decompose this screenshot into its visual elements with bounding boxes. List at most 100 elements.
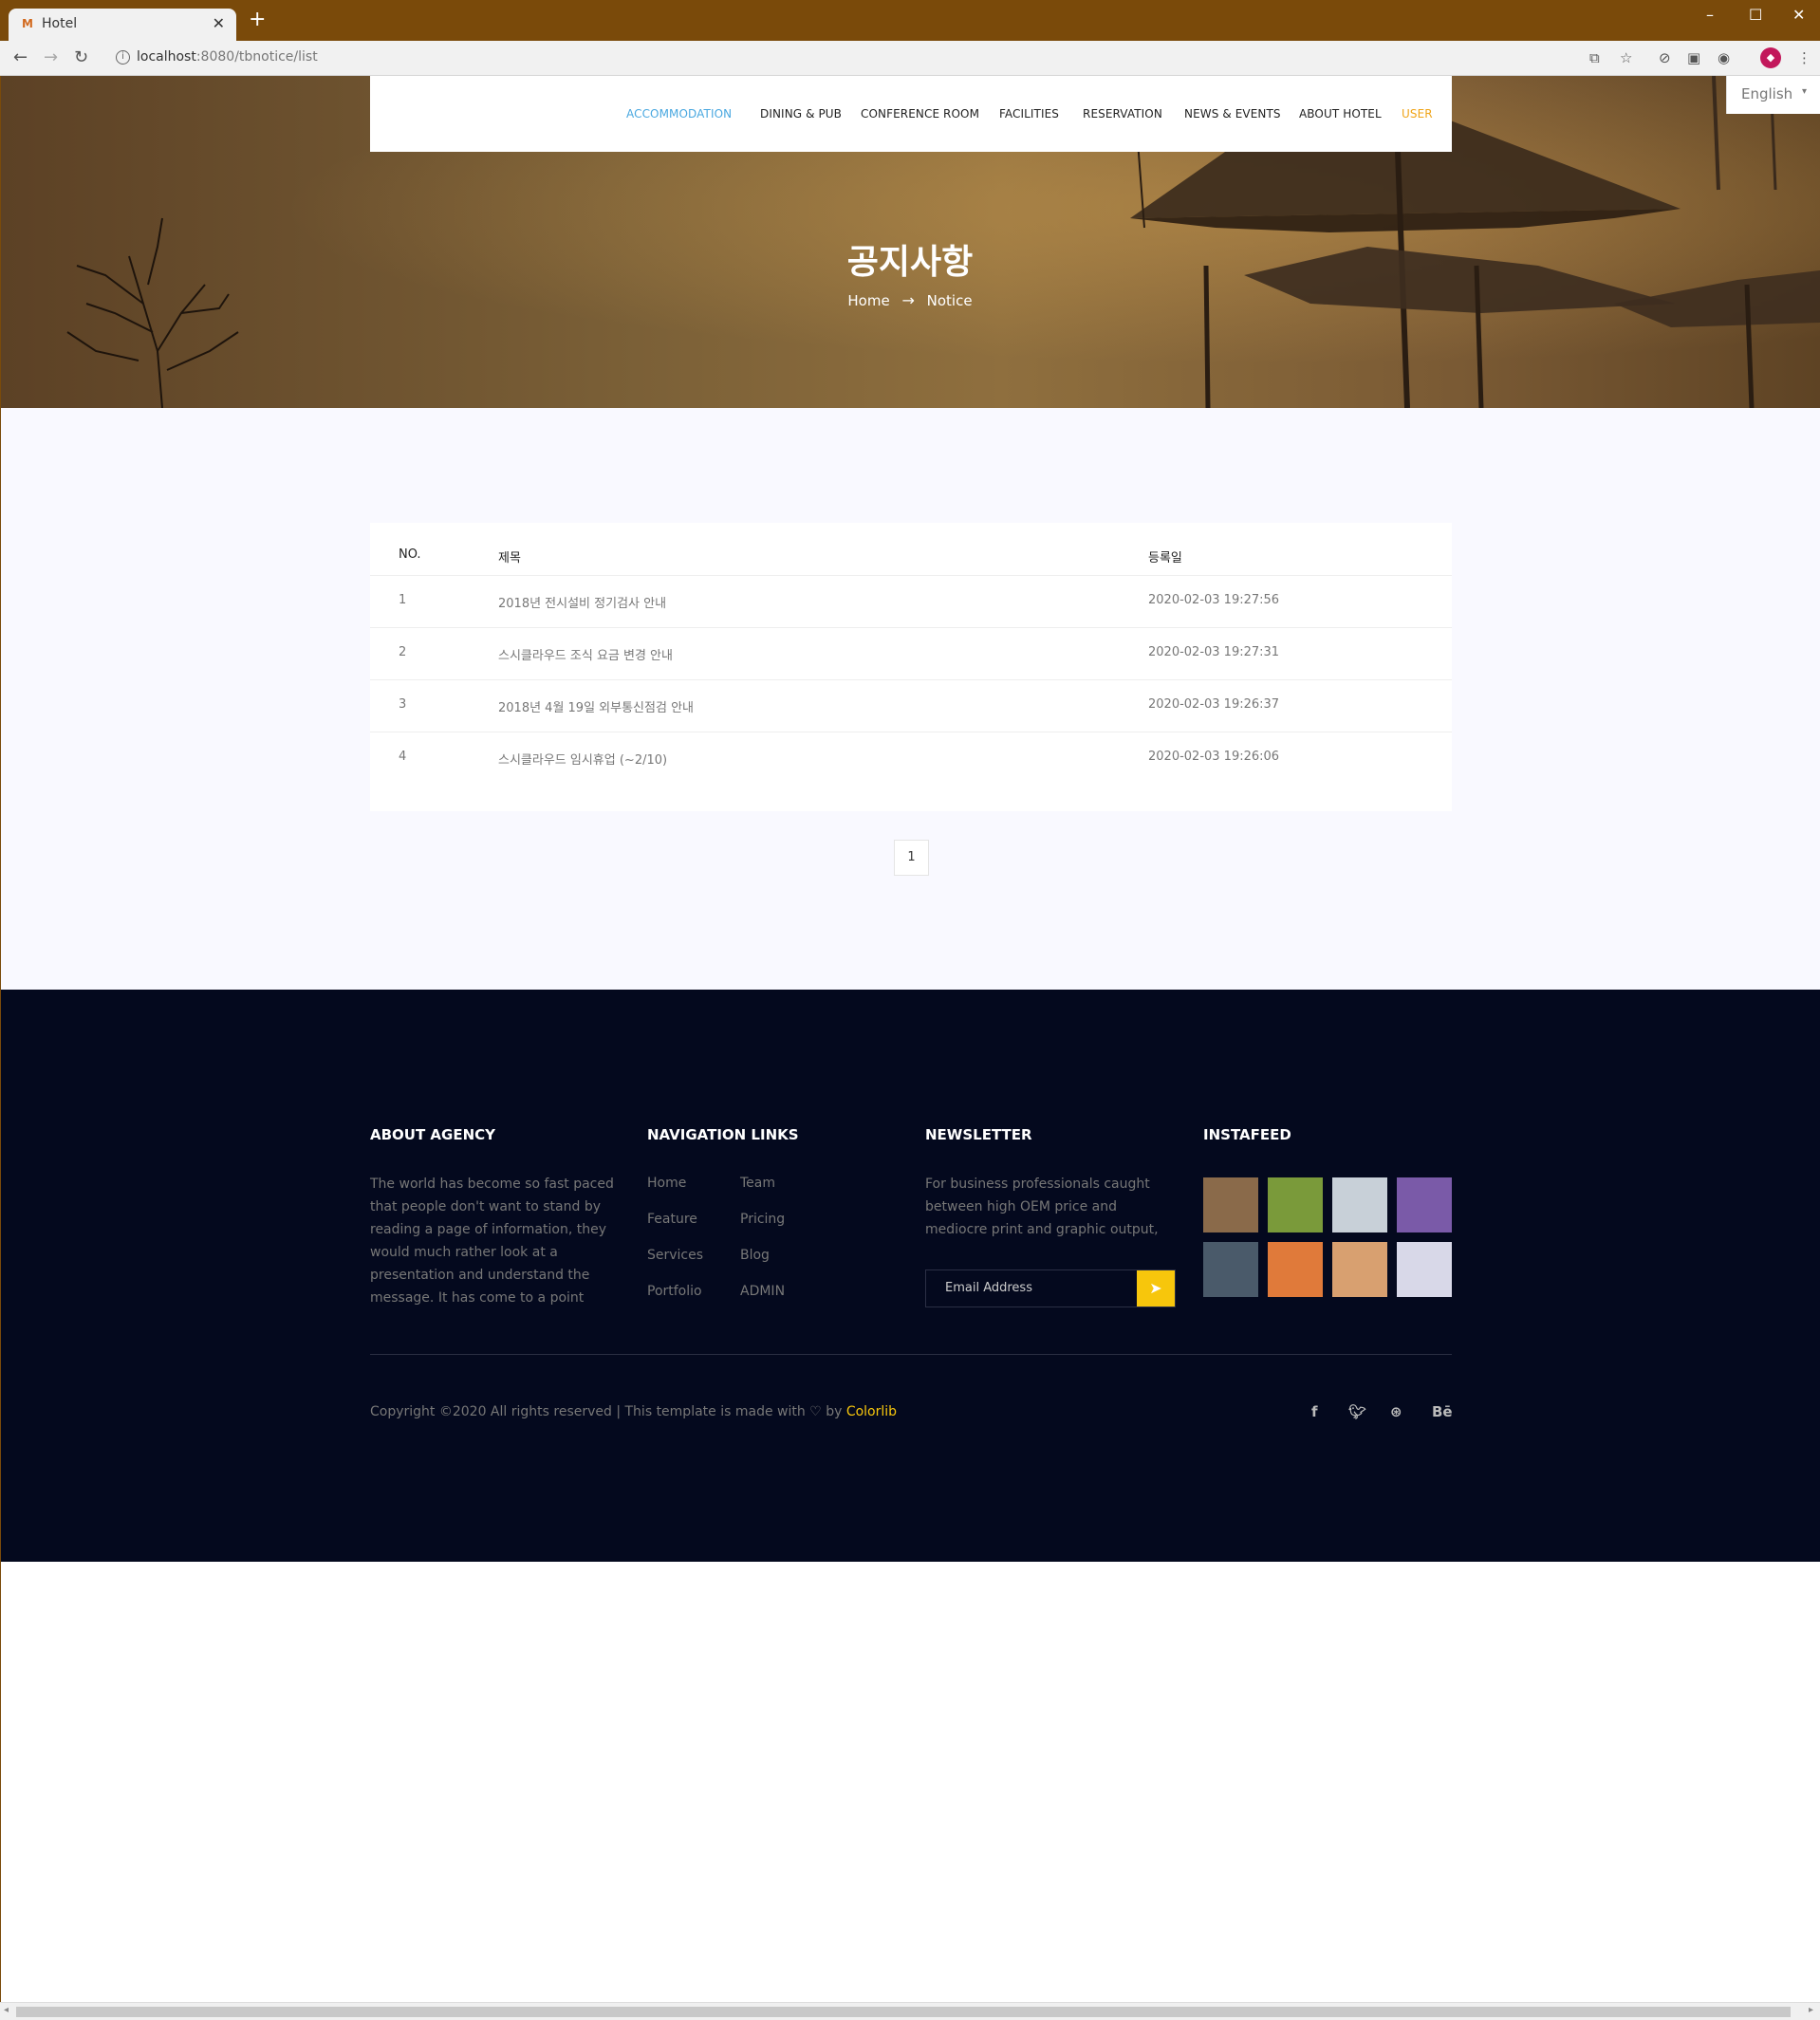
- instafeed-photo[interactable]: [1397, 1242, 1452, 1297]
- email-field[interactable]: Email Address ➤: [925, 1269, 1176, 1307]
- browser-tab[interactable]: M Hotel ✕: [9, 9, 236, 41]
- send-button[interactable]: ➤: [1137, 1270, 1175, 1307]
- footer-link-admin[interactable]: ADMIN: [740, 1284, 785, 1299]
- footer-link-services[interactable]: Services: [647, 1248, 703, 1263]
- back-icon[interactable]: ←: [13, 46, 28, 69]
- nav-user[interactable]: USER: [1402, 107, 1433, 120]
- table-row[interactable]: 3 2018년 4월 19일 외부통신점검 안내 2020-02-03 19:2…: [370, 679, 1452, 732]
- row-date: 2020-02-03 19:26:06: [1148, 750, 1280, 764]
- main-nav: ACCOMMODATION DINING & PUB CONFERENCE RO…: [370, 76, 1452, 152]
- breadcrumb-home[interactable]: Home: [847, 292, 889, 309]
- row-date: 2020-02-03 19:27:56: [1148, 593, 1280, 607]
- nav-reservation[interactable]: RESERVATION: [1083, 107, 1162, 120]
- scroll-right-icon[interactable]: ▸: [1809, 2005, 1813, 2015]
- close-tab-icon[interactable]: ✕: [213, 14, 225, 32]
- column-header-title: 제목: [498, 551, 521, 565]
- notice-table: NO. 제목 등록일 1 2018년 전시설비 정기검사 안내 2020-02-…: [370, 523, 1452, 811]
- language-label: English: [1741, 85, 1793, 102]
- footer-link-pricing[interactable]: Pricing: [740, 1212, 785, 1227]
- row-title-link[interactable]: 스시클라우드 임시휴업 (~2/10): [498, 750, 667, 768]
- footer: ABOUT AGENCY The world has become so fas…: [1, 990, 1820, 1562]
- footer-link-portfolio[interactable]: Portfolio: [647, 1284, 702, 1299]
- about-text: The world has become so fast paced that …: [370, 1177, 614, 1306]
- extension-a-icon[interactable]: ▣: [1687, 48, 1700, 67]
- instafeed-photo[interactable]: [1268, 1242, 1323, 1297]
- browser-toolbar: ← → ↻ i localhost:8080/tbnotice/list ⧉ ☆…: [0, 41, 1820, 76]
- nav-accommodation[interactable]: ACCOMMODATION: [626, 107, 732, 120]
- row-no: 1: [399, 593, 407, 607]
- address-bar[interactable]: i localhost:8080/tbnotice/list: [106, 46, 1577, 71]
- instafeed-photo[interactable]: [1332, 1177, 1387, 1232]
- site-info-icon[interactable]: i: [116, 50, 130, 65]
- email-placeholder: Email Address: [945, 1281, 1032, 1295]
- row-no: 2: [399, 645, 407, 659]
- row-no: 4: [399, 750, 407, 764]
- nav-news-events[interactable]: NEWS & EVENTS: [1184, 107, 1281, 120]
- page-button-1[interactable]: 1: [894, 840, 929, 876]
- url-text: localhost:8080/tbnotice/list: [137, 49, 318, 65]
- colorlib-link[interactable]: Colorlib: [846, 1404, 897, 1419]
- instafeed-photo[interactable]: [1203, 1177, 1258, 1232]
- newsletter-text: For business professionals caught betwee…: [925, 1177, 1159, 1237]
- row-date: 2020-02-03 19:27:31: [1148, 645, 1280, 659]
- footer-divider: [370, 1354, 1452, 1355]
- menu-dots-icon[interactable]: ⋮: [1797, 48, 1811, 67]
- instafeed-photo[interactable]: [1268, 1177, 1323, 1232]
- block-extension-icon[interactable]: ⊘: [1659, 48, 1671, 67]
- table-row[interactable]: 1 2018년 전시설비 정기검사 안내 2020-02-03 19:27:56: [370, 575, 1452, 627]
- instafeed-photo[interactable]: [1203, 1242, 1258, 1297]
- forward-icon[interactable]: →: [44, 46, 58, 69]
- nav-about-hotel[interactable]: ABOUT HOTEL: [1299, 107, 1382, 120]
- notice-section: NO. 제목 등록일 1 2018년 전시설비 정기검사 안내 2020-02-…: [1, 408, 1820, 990]
- close-window-icon[interactable]: ✕: [1792, 6, 1805, 24]
- footer-link-feature[interactable]: Feature: [647, 1212, 697, 1227]
- row-no: 3: [399, 697, 407, 712]
- row-title-link[interactable]: 2018년 전시설비 정기검사 안내: [498, 593, 666, 611]
- scrollbar-thumb[interactable]: [16, 2007, 1791, 2017]
- footer-link-home[interactable]: Home: [647, 1176, 686, 1191]
- breadcrumb: Home → Notice: [0, 291, 1820, 309]
- horizontal-scrollbar[interactable]: ◂ ▸: [0, 2002, 1820, 2020]
- about-heading: ABOUT AGENCY: [370, 1126, 496, 1143]
- footer-link-blog[interactable]: Blog: [740, 1248, 770, 1263]
- chevron-down-icon: ▾: [1801, 86, 1807, 97]
- reload-icon[interactable]: ↻: [74, 46, 88, 69]
- instafeed-heading: INSTAFEED: [1203, 1126, 1291, 1143]
- column-header-no: NO.: [399, 547, 421, 562]
- nav-dining-pub[interactable]: DINING & PUB: [760, 107, 842, 120]
- profile-avatar[interactable]: ◆: [1760, 47, 1781, 68]
- column-header-date: 등록일: [1148, 551, 1182, 565]
- table-row[interactable]: 4 스시클라우드 임시휴업 (~2/10) 2020-02-03 19:26:0…: [370, 732, 1452, 784]
- tab-title: Hotel: [42, 16, 78, 31]
- maximize-icon[interactable]: ☐: [1749, 6, 1762, 24]
- instafeed-photo[interactable]: [1332, 1242, 1387, 1297]
- facebook-icon[interactable]: f: [1311, 1403, 1318, 1420]
- table-row[interactable]: 2 스시클라우드 조식 요금 변경 안내 2020-02-03 19:27:31: [370, 627, 1452, 679]
- heart-icon: ♡: [809, 1404, 822, 1419]
- page-title: 공지사항: [846, 243, 974, 282]
- footer-link-team[interactable]: Team: [740, 1176, 775, 1191]
- instafeed-photo[interactable]: [1397, 1177, 1452, 1232]
- breadcrumb-current: Notice: [926, 291, 973, 309]
- nav-conference-room[interactable]: CONFERENCE ROOM: [861, 107, 979, 120]
- twitter-icon[interactable]: 🐦︎: [1348, 1403, 1366, 1420]
- minimize-icon[interactable]: –: [1706, 6, 1714, 24]
- newsletter-heading: NEWSLETTER: [925, 1126, 1032, 1143]
- behance-icon[interactable]: Bē: [1432, 1403, 1453, 1420]
- row-title-link[interactable]: 2018년 4월 19일 외부통신점검 안내: [498, 697, 694, 715]
- copyright-text: Copyright ©2020 All rights reserved | Th…: [370, 1404, 898, 1419]
- translate-icon[interactable]: ⧉: [1589, 48, 1600, 67]
- arrow-right-icon: →: [901, 291, 915, 309]
- browser-titlebar: M Hotel ✕ + – ☐ ✕: [0, 0, 1820, 41]
- bookmark-star-icon[interactable]: ☆: [1620, 48, 1632, 67]
- new-tab-button[interactable]: +: [249, 9, 266, 30]
- row-date: 2020-02-03 19:26:37: [1148, 697, 1280, 712]
- nav-links-heading: NAVIGATION LINKS: [647, 1126, 799, 1143]
- extension-eye-icon[interactable]: ◉: [1718, 48, 1730, 67]
- dribbble-icon[interactable]: ⊛: [1390, 1403, 1402, 1420]
- nav-facilities[interactable]: FACILITIES: [999, 107, 1059, 120]
- scroll-left-icon[interactable]: ◂: [4, 2005, 9, 2015]
- row-title-link[interactable]: 스시클라우드 조식 요금 변경 안내: [498, 645, 673, 663]
- favicon-icon: M: [22, 17, 33, 30]
- language-select[interactable]: English ▾: [1726, 76, 1820, 114]
